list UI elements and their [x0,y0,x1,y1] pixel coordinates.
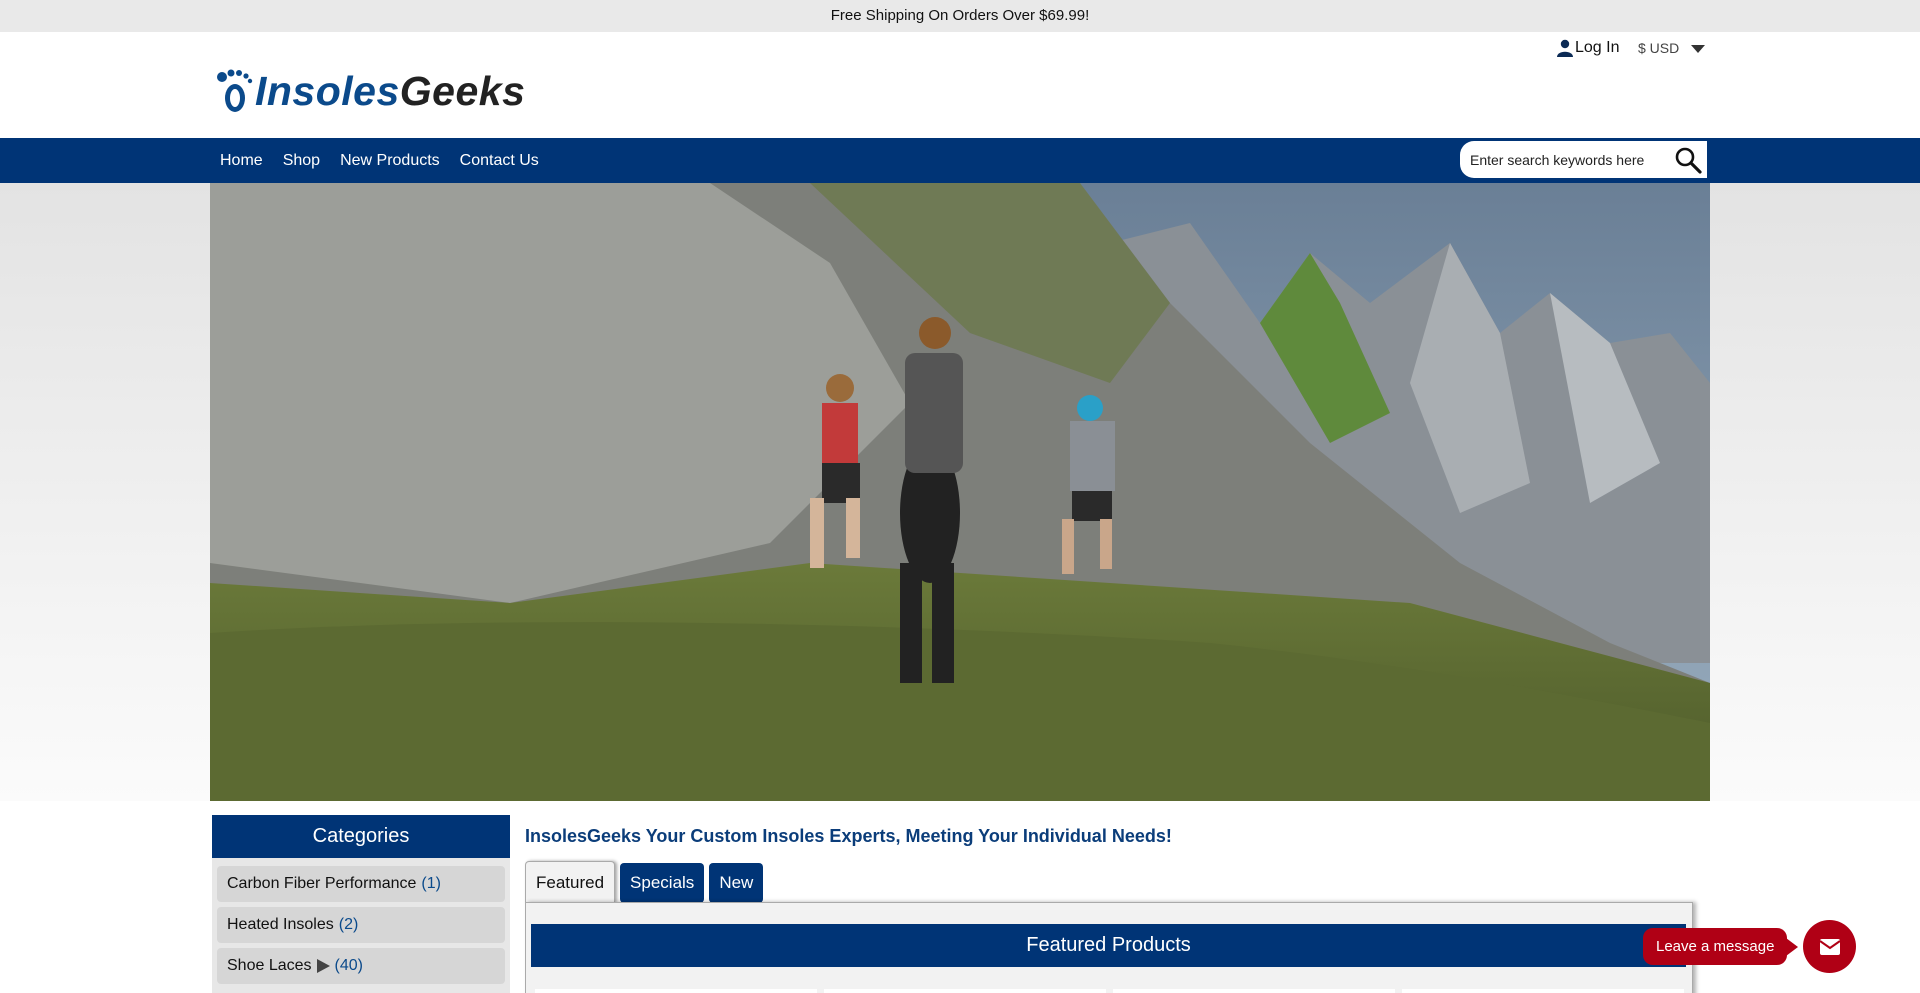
tab-featured[interactable]: Featured [525,861,616,903]
categories-title: Categories [212,815,510,858]
login-label: Log In [1575,39,1620,56]
search-box [1460,141,1707,178]
category-count: (2) [338,916,359,933]
search-icon[interactable] [1674,146,1702,174]
category-item-carbon-fiber-performance[interactable]: Carbon Fiber Performance (1) [217,866,505,902]
featured-panel: Featured Products [525,902,1693,993]
category-count: (1) [421,875,441,892]
mail-icon [1819,938,1841,955]
page-tagline: InsolesGeeks Your Custom Insoles Experts… [525,826,1172,846]
user-icon [1557,39,1573,57]
categories-sidebar: Categories Carbon Fiber Performance (1) … [212,815,510,993]
tab-new[interactable]: New [709,863,764,903]
nav-item-contact-us[interactable]: Contact Us [450,152,549,170]
footprint-logo-icon [217,69,253,112]
product-card[interactable] [535,989,817,993]
announcement-text: Free Shipping On Orders Over $69.99! [830,7,1090,24]
nav-item-new-products[interactable]: New Products [330,152,450,170]
product-card[interactable] [1113,989,1395,993]
chat-open-button[interactable] [1803,920,1857,973]
main-nav: Home Shop New Products Contact Us [0,138,1920,183]
announcement-bar: Free Shipping On Orders Over $69.99! [0,0,1920,32]
product-card[interactable] [824,989,1106,993]
expand-arrow-icon[interactable] [316,959,330,973]
category-item-heated-insoles[interactable]: Heated Insoles (2) [217,907,505,943]
category-label: Heated Insoles [227,916,334,933]
currency-label: $ USD [1638,40,1680,56]
category-label: Carbon Fiber Performance [227,875,417,892]
nav-item-shop[interactable]: Shop [273,152,330,170]
search-input[interactable] [1460,151,1668,168]
hero-banner[interactable] [210,183,1710,801]
chevron-down-icon [1691,45,1706,53]
category-item-shoe-laces[interactable]: Shoe Laces (40) [217,948,505,984]
leave-message-button[interactable]: Leave a message [1643,928,1799,965]
currency-selector[interactable]: $ USD [1638,35,1706,61]
logo-text-insoles: Insoles [255,67,400,114]
chat-widget: Leave a message [1643,920,1857,973]
logo-text: InsolesGeeks [255,68,525,115]
site-header: InsolesGeeks Log In $ USD [0,32,1920,138]
login-link[interactable]: Log In [1556,35,1619,61]
featured-products-title: Featured Products [531,924,1686,967]
tab-specials[interactable]: Specials [620,863,705,903]
category-label: Shoe Laces [227,957,312,974]
mountain-trail-runners-photo [210,183,1710,801]
site-logo[interactable]: InsolesGeeks [213,67,525,115]
logo-text-geeks: Geeks [399,67,526,114]
product-tabs: Featured Specials New [525,861,768,903]
nav-item-home[interactable]: Home [210,152,273,170]
product-card[interactable] [1402,989,1684,993]
category-count: (40) [334,957,363,974]
